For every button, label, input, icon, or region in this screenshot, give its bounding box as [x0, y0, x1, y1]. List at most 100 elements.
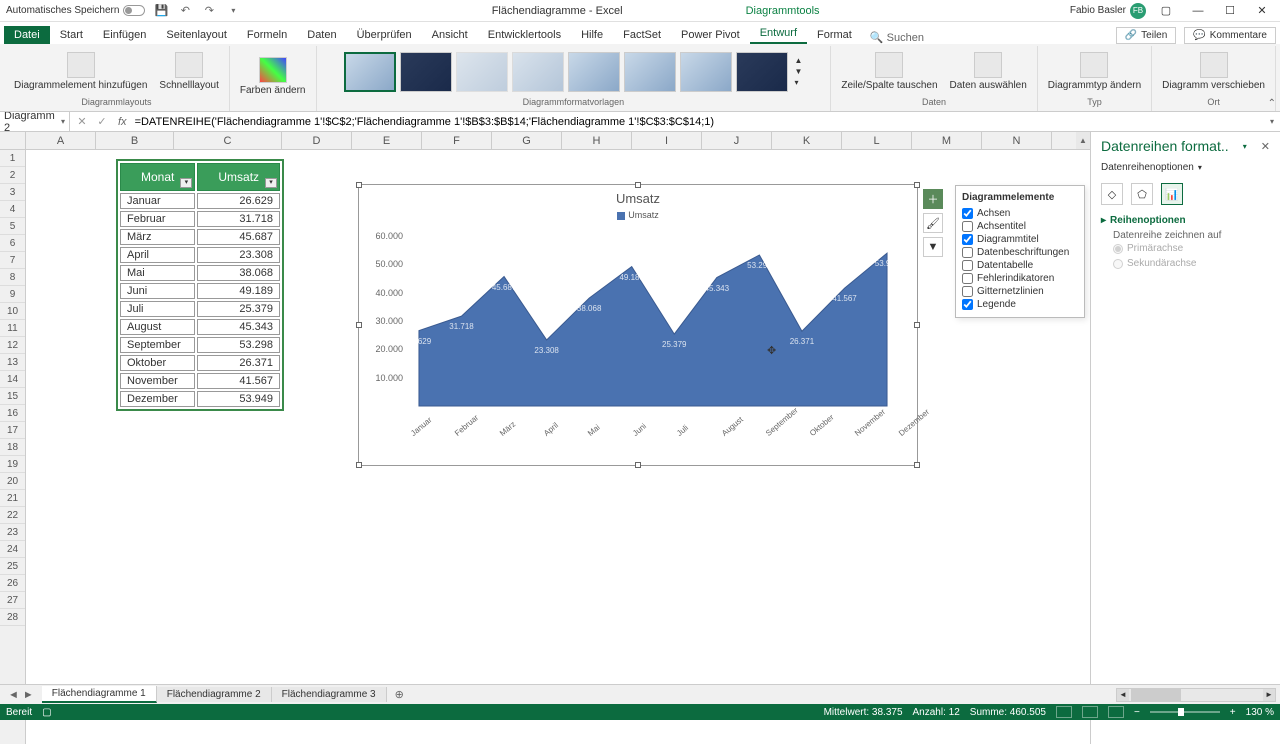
formula-enter-icon[interactable]: ✓ [94, 115, 110, 128]
column-header[interactable]: E [352, 132, 422, 149]
switch-row-col-button[interactable]: Zeile/Spalte tauschen [837, 50, 941, 93]
table-row[interactable]: Juni49.189 [120, 283, 280, 299]
chart-y-axis[interactable]: 10.00020.00030.00040.00050.00060.000 [367, 226, 407, 426]
row-header[interactable]: 19 [0, 456, 25, 473]
move-chart-button[interactable]: Diagramm verschieben [1158, 50, 1269, 93]
row-header[interactable]: 4 [0, 201, 25, 218]
qat-customize-icon[interactable]: ▾ [225, 3, 241, 19]
pane-close-icon[interactable]: ✕ [1261, 140, 1270, 153]
column-header[interactable]: L [842, 132, 912, 149]
select-all-corner[interactable] [0, 132, 26, 149]
chart-styles-button[interactable]: 🖌 [923, 213, 943, 233]
quick-layout-button[interactable]: Schnelllayout [155, 50, 222, 93]
table-row[interactable]: Januar26.629 [120, 193, 280, 209]
fill-line-icon[interactable]: ◇ [1101, 183, 1123, 205]
zoom-slider[interactable] [1150, 711, 1220, 713]
tab-pagelayout[interactable]: Seitenlayout [156, 26, 237, 44]
row-header[interactable]: 10 [0, 303, 25, 320]
formula-cancel-icon[interactable]: ✕ [74, 115, 90, 128]
row-header[interactable]: 11 [0, 320, 25, 337]
chart-plot-area[interactable]: 10.00020.00030.00040.00050.00060.000 ✥ 2… [409, 226, 897, 426]
column-header[interactable]: G [492, 132, 562, 149]
chart-style-5[interactable] [568, 52, 620, 92]
autosave-toggle[interactable]: Automatisches Speichern [6, 5, 145, 16]
chart-x-axis[interactable]: JanuarFebruarMärzAprilMaiJuniJuliAugustS… [409, 431, 897, 461]
sheet-tab-3[interactable]: Flächendiagramme 3 [272, 687, 387, 702]
column-header[interactable]: H [562, 132, 632, 149]
share-button[interactable]: 🔗 Teilen [1116, 27, 1177, 44]
table-header-revenue[interactable]: Umsatz▾ [197, 163, 280, 191]
sheet-nav-next-icon[interactable]: ► [23, 689, 34, 701]
collapse-ribbon-icon[interactable]: ⌃ [1268, 98, 1276, 109]
table-row[interactable]: Dezember53.949 [120, 391, 280, 407]
row-header[interactable]: 22 [0, 507, 25, 524]
chart-filters-button[interactable]: ▼ [923, 237, 943, 257]
tab-home[interactable]: Start [50, 26, 93, 44]
table-header-month[interactable]: Monat▾ [120, 163, 195, 191]
save-icon[interactable]: 💾 [153, 3, 169, 19]
row-header[interactable]: 8 [0, 269, 25, 286]
table-row[interactable]: April23.308 [120, 247, 280, 263]
row-header[interactable]: 12 [0, 337, 25, 354]
row-header[interactable]: 28 [0, 609, 25, 626]
column-header[interactable]: M [912, 132, 982, 149]
column-header[interactable]: N [982, 132, 1052, 149]
chart-style-4[interactable] [512, 52, 564, 92]
search-icon[interactable]: 🔍 Suchen [870, 31, 924, 44]
chart-element-checkbox[interactable]: Gitternetzlinien [962, 285, 1078, 298]
fx-icon[interactable]: fx [114, 116, 131, 128]
chart-element-checkbox[interactable]: Achsen [962, 207, 1078, 220]
view-normal-icon[interactable] [1056, 706, 1072, 718]
table-row[interactable]: August45.343 [120, 319, 280, 335]
minimize-icon[interactable]: — [1186, 2, 1210, 20]
column-header[interactable]: A [26, 132, 96, 149]
pane-subtitle[interactable]: Datenreihenoptionen ▾ [1101, 162, 1270, 173]
row-header[interactable]: 17 [0, 422, 25, 439]
table-row[interactable]: März45.687 [120, 229, 280, 245]
tab-data[interactable]: Daten [297, 26, 346, 44]
style-scroll-down-icon[interactable]: ▼ [794, 67, 802, 76]
tab-formulas[interactable]: Formeln [237, 26, 297, 44]
row-header[interactable]: 23 [0, 524, 25, 541]
undo-icon[interactable]: ↶ [177, 3, 193, 19]
row-header[interactable]: 16 [0, 405, 25, 422]
chart-element-checkbox[interactable]: Datenbeschriftungen [962, 246, 1078, 259]
chart-element-checkbox[interactable]: Achsentitel [962, 220, 1078, 233]
zoom-out-icon[interactable]: − [1134, 707, 1140, 718]
section-series-options[interactable]: ▸ Reihenoptionen [1101, 215, 1270, 226]
close-icon[interactable]: ✕ [1250, 2, 1274, 20]
effects-icon[interactable]: ⬠ [1131, 183, 1153, 205]
tab-factset[interactable]: FactSet [613, 26, 671, 44]
table-row[interactable]: Februar31.718 [120, 211, 280, 227]
chart-legend[interactable]: Umsatz [359, 208, 917, 226]
name-box[interactable]: Diagramm 2▾ [0, 110, 70, 134]
change-chart-type-button[interactable]: Diagrammtyp ändern [1044, 50, 1145, 93]
chart-element-checkbox[interactable]: Diagrammtitel [962, 233, 1078, 246]
column-header[interactable]: I [632, 132, 702, 149]
column-header[interactable]: F [422, 132, 492, 149]
add-sheet-icon[interactable]: ⊕ [387, 688, 412, 701]
change-colors-button[interactable]: Farben ändern [236, 55, 310, 98]
sheet-tab-1[interactable]: Flächendiagramme 1 [42, 686, 157, 703]
row-header[interactable]: 21 [0, 490, 25, 507]
chart-style-2[interactable] [400, 52, 452, 92]
view-pagelayout-icon[interactable] [1082, 706, 1098, 718]
column-header[interactable]: J [702, 132, 772, 149]
row-header[interactable]: 26 [0, 575, 25, 592]
zoom-level[interactable]: 130 % [1246, 707, 1274, 718]
series-options-icon[interactable]: 📊 [1161, 183, 1183, 205]
view-pagebreak-icon[interactable] [1108, 706, 1124, 718]
table-row[interactable]: November41.567 [120, 373, 280, 389]
ribbon-display-icon[interactable]: ▢ [1154, 2, 1178, 20]
tab-insert[interactable]: Einfügen [93, 26, 156, 44]
chart-element-checkbox[interactable]: Legende [962, 298, 1078, 311]
row-header[interactable]: 14 [0, 371, 25, 388]
style-scroll-up-icon[interactable]: ▲ [794, 56, 802, 65]
style-more-icon[interactable]: ▾ [794, 78, 802, 87]
table-row[interactable]: Juli25.379 [120, 301, 280, 317]
formula-expand-icon[interactable]: ▾ [1264, 117, 1280, 126]
tab-format[interactable]: Format [807, 26, 862, 44]
chart-elements-button[interactable]: ＋ [923, 189, 943, 209]
chart-style-7[interactable] [680, 52, 732, 92]
tab-review[interactable]: Überprüfen [347, 26, 422, 44]
